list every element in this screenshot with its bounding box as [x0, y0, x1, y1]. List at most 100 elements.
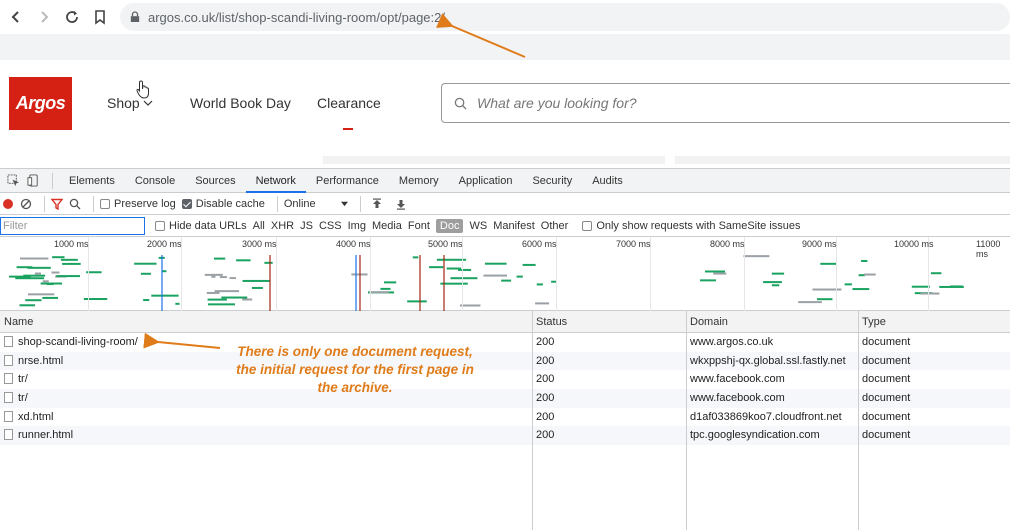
bookmark-button[interactable] [88, 5, 112, 29]
waterfall-bar [211, 275, 216, 278]
filter-type-img[interactable]: Img [348, 220, 366, 232]
request-name-text: tr/ [18, 373, 28, 386]
tab-audits[interactable]: Audits [582, 169, 633, 193]
waterfall-bar [484, 262, 507, 265]
inspect-cursor-icon [6, 174, 19, 187]
address-bar[interactable]: argos.co.uk/list/shop-scandi-living-room… [120, 3, 1010, 31]
waterfall-bar [134, 262, 157, 265]
network-overview-timeline[interactable]: 1000 ms 2000 ms 3000 ms 4000 ms 5000 ms 6000 … [0, 237, 1010, 311]
devtools-tab-list: Elements Console Sources Network Performance… [59, 169, 633, 193]
filter-type-xhr[interactable]: XHR [271, 220, 294, 232]
waterfall-bar [501, 279, 512, 282]
request-status: 200 [536, 354, 555, 367]
reload-icon [66, 11, 78, 23]
filter-type-manifest[interactable]: Manifest [493, 220, 535, 232]
filter-type-all[interactable]: All [253, 220, 265, 232]
filter-type-doc[interactable]: Doc [435, 218, 464, 233]
search-input[interactable]: What are you looking for? [441, 83, 1010, 123]
waterfall-bar [535, 302, 550, 305]
filter-type-css[interactable]: CSS [319, 220, 342, 232]
request-domain: tpc.googlesyndication.com [690, 429, 820, 442]
tab-security[interactable]: Security [522, 169, 582, 193]
waterfall-bar [407, 300, 427, 303]
filter-type-media[interactable]: Media [372, 220, 402, 232]
filter-type-ws[interactable]: WS [469, 220, 487, 232]
forward-button[interactable] [32, 5, 56, 29]
column-header-type[interactable]: Type [858, 311, 886, 333]
column-header-domain[interactable]: Domain [686, 311, 728, 333]
dropdown-arrow-icon [340, 201, 348, 207]
tab-network[interactable]: Network [245, 169, 306, 193]
request-name: runner.html [0, 426, 73, 445]
network-toolbar: Preserve log Disable cache Online [0, 193, 1010, 215]
request-status: 200 [536, 336, 555, 348]
document-file-icon [4, 373, 13, 385]
export-har-button[interactable] [395, 198, 407, 210]
tab-memory[interactable]: Memory [389, 169, 449, 193]
filter-type-js[interactable]: JS [300, 220, 313, 232]
tab-sources[interactable]: Sources [185, 169, 245, 193]
nav-world-book-day[interactable]: World Book Day [190, 95, 291, 111]
record-button[interactable] [2, 198, 14, 210]
waterfall-bar [412, 256, 419, 259]
clearance-underline [343, 128, 353, 130]
reload-button[interactable] [60, 5, 84, 29]
waterfall-bar [27, 293, 55, 296]
tab-console[interactable]: Console [125, 169, 185, 193]
argos-logo[interactable]: Argos [9, 77, 72, 130]
waterfall-bar [713, 272, 727, 275]
waterfall-bar [242, 279, 271, 282]
request-domain: www.facebook.com [690, 392, 785, 405]
tab-elements[interactable]: Elements [59, 169, 125, 193]
tab-application[interactable]: Application [449, 169, 523, 193]
waterfall-bar [429, 266, 444, 269]
waterfall-bar [51, 271, 60, 274]
tab-performance[interactable]: Performance [306, 169, 389, 193]
preserve-log-checkbox[interactable]: Preserve log [100, 198, 176, 210]
waterfall-bar [369, 291, 389, 294]
browser-toolbar: argos.co.uk/list/shop-scandi-living-room… [0, 0, 1010, 34]
disable-cache-checkbox[interactable]: Disable cache [181, 198, 265, 210]
filter-type-font[interactable]: Font [408, 220, 430, 232]
url-text: argos.co.uk/list/shop-scandi-living-room… [148, 9, 445, 25]
filter-type-other[interactable]: Other [541, 220, 569, 232]
document-file-icon [4, 410, 13, 422]
search-button[interactable] [69, 198, 81, 210]
timeline-tick-label: 10000 ms [894, 239, 934, 249]
column-header-status[interactable]: Status [532, 311, 567, 333]
waterfall-bar [213, 257, 226, 260]
import-har-button[interactable] [371, 198, 383, 210]
samesite-checkbox[interactable]: Only show requests with SameSite issues [582, 219, 801, 232]
request-name: tr/ [0, 389, 28, 408]
samesite-label: Only show requests with SameSite issues [596, 219, 801, 232]
timeline-tick-label: 11000 ms [976, 239, 1001, 259]
back-arrow-icon [11, 11, 19, 23]
requests-table: Name Status Domain Type shop-scandi-livi… [0, 311, 1010, 530]
logo-text: Argos [15, 93, 66, 113]
waterfall-bar [207, 298, 227, 301]
hide-data-urls-checkbox[interactable]: Hide data URLs [155, 220, 247, 232]
clear-icon [20, 198, 32, 209]
waterfall-bar [700, 279, 716, 282]
column-header-name[interactable]: Name [0, 311, 33, 333]
request-name-text: shop-scandi-living-room/ [18, 336, 138, 348]
waterfall-bar [458, 268, 472, 271]
waterfall-bar [483, 274, 508, 277]
lock-icon [130, 11, 140, 22]
clear-button[interactable] [20, 198, 32, 210]
devtools-tabbar: Elements Console Sources Network Performance… [0, 169, 1010, 193]
waterfall-bar [25, 299, 42, 302]
waterfall-bar [207, 303, 235, 306]
filter-input[interactable]: Filter [0, 216, 145, 235]
throttle-select[interactable]: Online [284, 198, 348, 210]
back-button[interactable] [4, 5, 28, 29]
document-file-icon [4, 354, 13, 366]
request-name: shop-scandi-living-room/ [0, 333, 138, 352]
nav-clearance[interactable]: Clearance [317, 95, 381, 111]
waterfall-bar [206, 291, 220, 294]
device-toolbar-button[interactable] [20, 169, 46, 193]
filter-toggle-button[interactable] [51, 198, 63, 210]
waterfall-bar [151, 294, 179, 297]
waterfall-bar [536, 283, 543, 286]
search-icon [454, 97, 467, 110]
